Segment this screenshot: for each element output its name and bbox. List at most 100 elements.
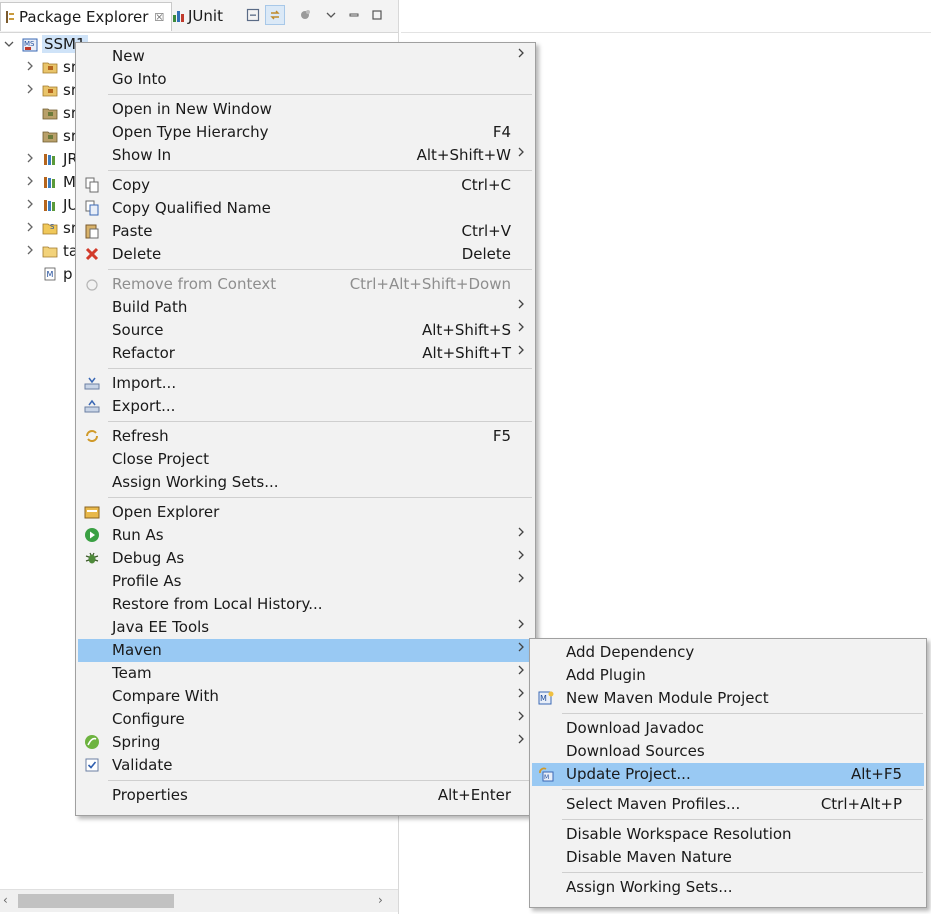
validate-icon [84,757,100,773]
menu-item-close-project[interactable]: Close Project [78,448,533,471]
submenu-arrow-icon [517,146,525,162]
menu-item-copy[interactable]: Copy Ctrl+C [78,174,533,197]
menu-item-label: New Maven Module Project [566,689,769,707]
library-icon [42,152,58,166]
menu-item-java-ee-tools[interactable]: Java EE Tools [78,616,533,639]
menu-item-disable-workspace-resolution[interactable]: Disable Workspace Resolution [532,823,924,846]
menu-item-label: Remove from Context [112,275,277,293]
menu-item-label: Profile As [112,572,182,590]
menu-item-update-project[interactable]: M Update Project... Alt+F5 [532,763,924,786]
menu-item-import[interactable]: Import... [78,372,533,395]
menu-item-maven[interactable]: Maven [78,639,533,662]
package-explorer-icon [5,10,15,24]
menu-item-download-javadoc[interactable]: Download Javadoc [532,717,924,740]
scroll-left-icon[interactable]: ‹ [3,893,8,907]
expand-arrow-icon[interactable] [24,61,36,74]
menu-item-debug-as[interactable]: Debug As [78,547,533,570]
menu-item-shortcut: Delete [461,245,511,263]
menu-item-source[interactable]: Source Alt+Shift+S [78,319,533,342]
menu-item-remove-from-context: Remove from Context Ctrl+Alt+Shift+Down [78,273,533,296]
menu-item-show-in[interactable]: Show In Alt+Shift+W [78,144,533,167]
minimize-icon[interactable] [345,6,363,24]
menu-item-copy-qualified-name[interactable]: Copy Qualified Name [78,197,533,220]
expand-arrow-icon[interactable] [24,222,36,235]
export-icon [84,398,100,414]
tab-junit[interactable]: JUnit [172,2,236,30]
tab-package-explorer[interactable]: Package Explorer ☒ [0,2,172,31]
menu-item-open-in-new-window[interactable]: Open in New Window [78,98,533,121]
menu-item-new[interactable]: New [78,45,533,68]
horizontal-scrollbar[interactable]: ‹ › [0,889,398,912]
menu-item-label: Team [112,664,152,682]
menu-item-label: Add Dependency [566,643,695,661]
menu-separator [108,497,532,498]
menu-item-label: Copy [112,176,151,194]
open-explorer-icon [84,504,100,520]
menu-item-assign-working-sets[interactable]: Assign Working Sets... [78,471,533,494]
view-menu-icon[interactable] [322,6,340,24]
submenu-arrow-icon [517,572,525,588]
menu-item-add-dependency[interactable]: Add Dependency [532,641,924,664]
expand-arrow-icon[interactable] [24,176,36,189]
collapse-all-icon[interactable] [244,6,262,24]
menu-item-paste[interactable]: Paste Ctrl+V [78,220,533,243]
package-folder-gray-icon [42,106,58,120]
scroll-right-icon[interactable]: › [378,893,383,907]
menu-item-download-sources[interactable]: Download Sources [532,740,924,763]
expand-arrow-icon[interactable] [24,245,36,258]
menu-separator [108,94,532,95]
close-tab-icon[interactable]: ☒ [154,11,164,24]
menu-item-run-as[interactable]: Run As [78,524,533,547]
menu-item-disable-maven-nature[interactable]: Disable Maven Nature [532,846,924,869]
menu-item-build-path[interactable]: Build Path [78,296,533,319]
expand-arrow-icon[interactable] [24,153,36,166]
link-with-editor-icon[interactable] [265,5,285,25]
menu-item-label: Download Sources [566,742,705,760]
expand-arrow-icon[interactable] [3,38,15,51]
menu-item-select-maven-profiles[interactable]: Select Maven Profiles... Ctrl+Alt+P [532,793,924,816]
filter-icon[interactable] [296,6,314,24]
menu-item-shortcut: Alt+Shift+T [422,344,511,362]
menu-item-restore-from-local-history[interactable]: Restore from Local History... [78,593,533,616]
menu-item-refactor[interactable]: Refactor Alt+Shift+T [78,342,533,365]
menu-item-label: Open in New Window [112,100,272,118]
scrollbar-thumb[interactable] [18,894,174,908]
maximize-icon[interactable] [368,6,386,24]
menu-item-properties[interactable]: Properties Alt+Enter [78,784,533,807]
menu-item-add-plugin[interactable]: Add Plugin [532,664,924,687]
menu-item-delete[interactable]: Delete Delete [78,243,533,266]
menu-item-validate[interactable]: Validate [78,754,533,777]
svg-text:M: M [47,270,54,279]
menu-item-label: Maven [112,641,162,659]
editor-area-header [401,0,931,33]
delete-icon [84,246,100,262]
menu-item-open-explorer[interactable]: Open Explorer [78,501,533,524]
expand-arrow-icon[interactable] [24,84,36,97]
copy-qualified-icon [84,200,100,216]
submenu-arrow-icon [517,664,525,680]
menu-item-label: Java EE Tools [112,618,210,636]
menu-item-label: Validate [112,756,173,774]
menu-item-label: Debug As [112,549,185,567]
menu-item-spring[interactable]: Spring [78,731,533,754]
menu-item-assign-working-sets[interactable]: Assign Working Sets... [532,876,924,899]
menu-item-profile-as[interactable]: Profile As [78,570,533,593]
folder-icon [42,244,58,258]
expand-arrow-icon[interactable] [24,199,36,212]
menu-item-label: Open Explorer [112,503,220,521]
menu-item-open-type-hierarchy[interactable]: Open Type Hierarchy F4 [78,121,533,144]
menu-item-team[interactable]: Team [78,662,533,685]
menu-item-go-into[interactable]: Go Into [78,68,533,91]
menu-item-shortcut: Alt+Enter [437,786,511,804]
spring-icon [84,734,100,750]
menu-item-refresh[interactable]: Refresh F5 [78,425,533,448]
menu-item-export[interactable]: Export... [78,395,533,418]
library-icon [42,198,58,212]
maven-pom-icon: M [42,267,58,281]
menu-item-label: Source [112,321,164,339]
menu-item-configure[interactable]: Configure [78,708,533,731]
submenu-arrow-icon [517,298,525,314]
menu-item-new-maven-module-project[interactable]: M New Maven Module Project [532,687,924,710]
menu-item-label: Close Project [112,450,209,468]
menu-item-compare-with[interactable]: Compare With [78,685,533,708]
